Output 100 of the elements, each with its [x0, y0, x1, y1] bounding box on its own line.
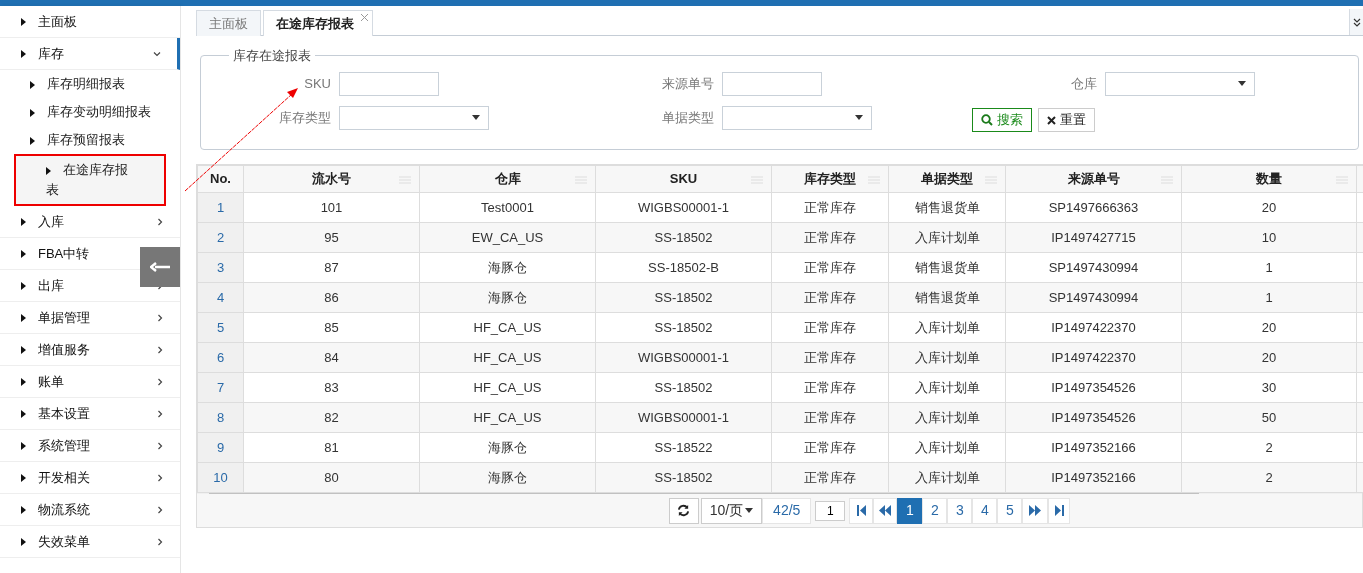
menu-item[interactable]: 基本设置: [0, 398, 180, 430]
search-button[interactable]: 搜索: [972, 108, 1032, 132]
page-input[interactable]: 1: [815, 500, 846, 521]
table-cell: 2: [1181, 462, 1357, 493]
menu-item[interactable]: 物流系统: [0, 494, 180, 526]
table-cell: SP1497666363: [1005, 192, 1182, 223]
submenu-item[interactable]: 库存变动明细报表: [0, 98, 180, 126]
column-header[interactable]: 数量: [1181, 165, 1357, 193]
page-size-dropdown[interactable]: 10/页: [700, 497, 763, 524]
table-cell: 20: [1181, 312, 1357, 343]
select-field[interactable]: [339, 105, 489, 130]
reset-button[interactable]: 重置: [1038, 108, 1095, 132]
triangle-icon: [21, 17, 26, 26]
table-cell: IP1497354526: [1005, 402, 1182, 433]
table-cell: 销售退货单: [888, 192, 1006, 223]
page-button[interactable]: 1: [897, 497, 923, 524]
table-cell: 入库计划单: [888, 432, 1006, 463]
triangle-icon: [21, 537, 26, 546]
table-cell: 82: [243, 402, 420, 433]
table-cell: SP1497430994: [1005, 252, 1182, 283]
menu-item[interactable]: 系统管理: [0, 430, 180, 462]
submenu-item[interactable]: 在途库存报表: [14, 154, 166, 206]
table-cell: HF_CA_US: [419, 342, 596, 373]
column-header[interactable]: 单据类型: [888, 165, 1006, 193]
page-button[interactable]: 2: [922, 497, 948, 524]
menu-item[interactable]: 增值服务: [0, 334, 180, 366]
table-cell: 101: [243, 192, 420, 223]
table-cell: 海豚仓: [419, 462, 596, 493]
menu-item[interactable]: 账单: [0, 366, 180, 398]
tab[interactable]: 主面板: [196, 10, 261, 36]
table-cell: 入库计划单: [888, 402, 1006, 433]
table-cell: 入库计划单: [888, 312, 1006, 343]
row-number: 4: [197, 282, 244, 313]
row-number: 7: [197, 372, 244, 403]
triangle-icon: [21, 409, 26, 418]
row-number: 9: [197, 432, 244, 463]
row-number: 5: [197, 312, 244, 343]
menu-item[interactable]: 失效菜单: [0, 526, 180, 558]
close-icon[interactable]: [361, 14, 368, 21]
table-cell: 海豚仓: [419, 252, 596, 283]
table-cell: WIGBS00001-1: [595, 192, 772, 223]
table-cell: 正常库存: [771, 342, 889, 373]
left-arrow-icon: [150, 262, 170, 272]
page-button[interactable]: 5: [997, 497, 1023, 524]
table-cell: 20: [1181, 342, 1357, 373]
previous-page-button[interactable]: [873, 497, 898, 524]
tab[interactable]: 在途库存报表: [263, 10, 373, 36]
table-cell: 正常库存: [771, 192, 889, 223]
table-cell: 1: [1181, 252, 1357, 283]
triangle-icon: [30, 108, 35, 117]
table-cell: 95: [243, 222, 420, 253]
refresh-button[interactable]: [668, 497, 699, 524]
table-cell: IP1497422370: [1005, 312, 1182, 343]
table-cell: 84: [243, 342, 420, 373]
table-cell: HF_CA_US: [419, 402, 596, 433]
triangle-icon: [21, 345, 26, 354]
page-button[interactable]: 4: [972, 497, 998, 524]
table-cell: 85: [243, 312, 420, 343]
table-cell: IP1497427715: [1005, 222, 1182, 253]
table-cell: IP1497422370: [1005, 342, 1182, 373]
column-header[interactable]: 流水号: [243, 165, 420, 193]
double-chevron-down-icon: [1352, 17, 1361, 27]
menu-item[interactable]: 开发相关: [0, 462, 180, 494]
table-cell: 86: [243, 282, 420, 313]
table-cell: IP1497354526: [1005, 372, 1182, 403]
submenu-item[interactable]: 库存明细报表: [0, 70, 180, 98]
triangle-icon: [30, 80, 35, 89]
table-cell: HF_CA_US: [419, 372, 596, 403]
submenu-item[interactable]: 库存预留报表: [0, 126, 180, 154]
column-header[interactable]: No.: [197, 165, 244, 193]
triangle-icon: [21, 505, 26, 514]
column-header[interactable]: 来源单号: [1005, 165, 1182, 193]
tab-menu-button[interactable]: [1349, 9, 1363, 35]
menu-item[interactable]: 单据管理: [0, 302, 180, 334]
page-button[interactable]: 3: [947, 497, 973, 524]
select-field[interactable]: [1105, 71, 1255, 96]
field-label: 库存类型: [278, 108, 331, 127]
first-page-icon: [856, 505, 866, 516]
table-cell: SP1497430994: [1005, 282, 1182, 313]
table-cell: 正常库存: [771, 312, 889, 343]
select-field[interactable]: [722, 105, 872, 130]
table-cell: 入库计划单: [888, 462, 1006, 493]
last-page-button[interactable]: [1048, 497, 1071, 524]
menu-item[interactable]: 主面板: [0, 6, 180, 38]
column-header[interactable]: SKU: [595, 165, 772, 193]
refresh-icon: [677, 504, 691, 517]
table-cell: 20: [1181, 192, 1357, 223]
next-page-button[interactable]: [1022, 497, 1049, 524]
row-number: 8: [197, 402, 244, 433]
input-field[interactable]: [339, 71, 439, 96]
column-header[interactable]: 仓库: [419, 165, 596, 193]
collapse-sidebar-overlay[interactable]: [140, 247, 180, 287]
table-cell: WIGBS00001-1: [595, 342, 772, 373]
caret-icon: [1238, 81, 1246, 86]
input-field[interactable]: [722, 71, 822, 96]
column-header[interactable]: 库存类型: [771, 165, 889, 193]
first-page-button[interactable]: [849, 497, 874, 524]
table-cell: 销售退货单: [888, 282, 1006, 313]
table-cell: 入库计划单: [888, 222, 1006, 253]
menu-item[interactable]: 入库: [0, 206, 180, 238]
